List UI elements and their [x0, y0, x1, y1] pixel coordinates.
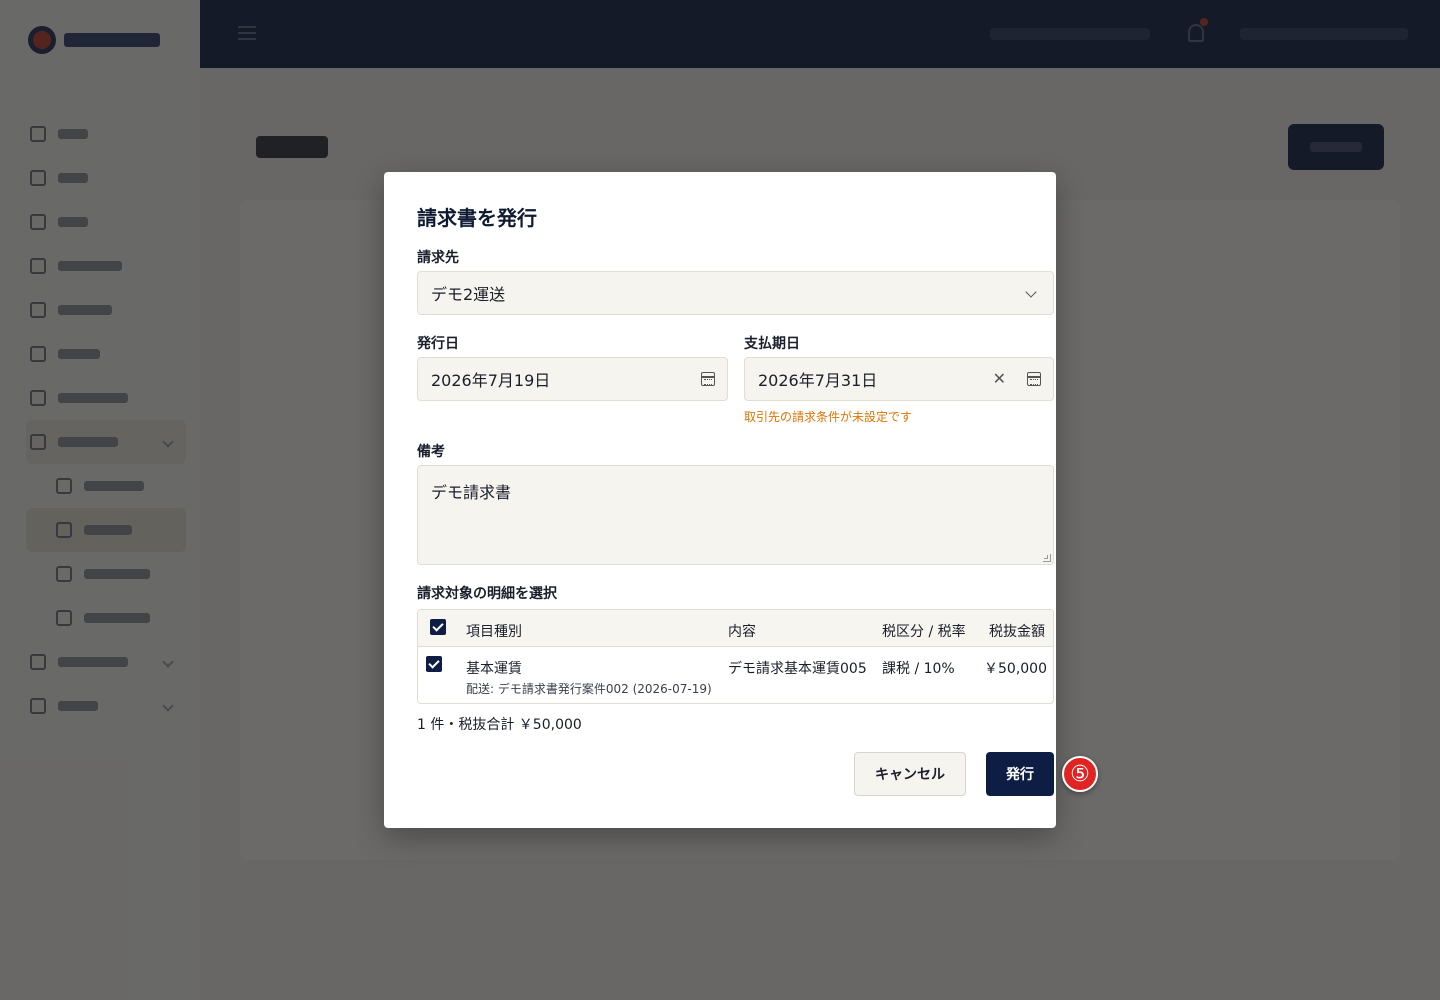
due-date-input[interactable]: 2026年7月31日 ✕: [744, 357, 1054, 401]
billing-to-value: デモ2運送: [431, 285, 506, 304]
header-tax: 税区分 / 税率: [882, 624, 966, 640]
issue-invoice-dialog: 請求書を発行 請求先 デモ2運送 発行日 2026年7月19日 支払期日 202…: [384, 172, 1056, 828]
billing-to-select[interactable]: デモ2運送: [417, 271, 1054, 315]
clear-icon[interactable]: ✕: [993, 369, 1006, 388]
chevron-down-icon: [1025, 286, 1037, 298]
due-date-label: 支払期日: [744, 336, 800, 352]
issue-button[interactable]: 発行: [986, 752, 1054, 796]
row-tax: 課税 / 10%: [882, 661, 955, 677]
issue-date-value: 2026年7月19日: [431, 371, 551, 390]
cancel-button[interactable]: キャンセル: [854, 752, 966, 796]
row-checkbox[interactable]: [426, 656, 442, 672]
row-amount: ￥50,000: [984, 661, 1047, 677]
table-header: 項目種別 内容 税区分 / 税率 税抜金額: [418, 610, 1053, 647]
row-detail: 配送: デモ請求書発行案件002 (2026-07-19): [466, 682, 712, 696]
step-marker-badge: ⑤: [1062, 756, 1098, 792]
header-amount: 税抜金額: [989, 624, 1045, 640]
due-date-value: 2026年7月31日: [758, 371, 878, 390]
due-date-warning: 取引先の請求条件が未設定です: [744, 410, 913, 424]
selection-summary: 1 件・税抜合計 ￥50,000: [417, 717, 582, 733]
row-content: デモ請求基本運賃005: [728, 661, 867, 677]
billing-to-label: 請求先: [417, 250, 459, 266]
table-row[interactable]: 基本運賃 配送: デモ請求書発行案件002 (2026-07-19) デモ請求基…: [418, 647, 1053, 703]
calendar-icon[interactable]: [1027, 372, 1041, 386]
dialog-title: 請求書を発行: [417, 206, 537, 230]
items-label: 請求対象の明細を選択: [417, 586, 557, 602]
row-type: 基本運賃: [466, 661, 522, 677]
header-content: 内容: [728, 624, 756, 640]
items-table: 項目種別 内容 税区分 / 税率 税抜金額 基本運賃 配送: デモ請求書発行案件…: [417, 609, 1054, 704]
notes-value: デモ請求書: [431, 483, 512, 502]
calendar-icon[interactable]: [701, 372, 715, 386]
issue-date-input[interactable]: 2026年7月19日: [417, 357, 728, 401]
issue-date-label: 発行日: [417, 336, 459, 352]
resize-handle-icon[interactable]: [1043, 554, 1051, 562]
notes-textarea[interactable]: デモ請求書: [417, 465, 1054, 565]
header-type: 項目種別: [466, 624, 522, 640]
notes-label: 備考: [417, 444, 445, 460]
select-all-checkbox[interactable]: [430, 619, 446, 635]
